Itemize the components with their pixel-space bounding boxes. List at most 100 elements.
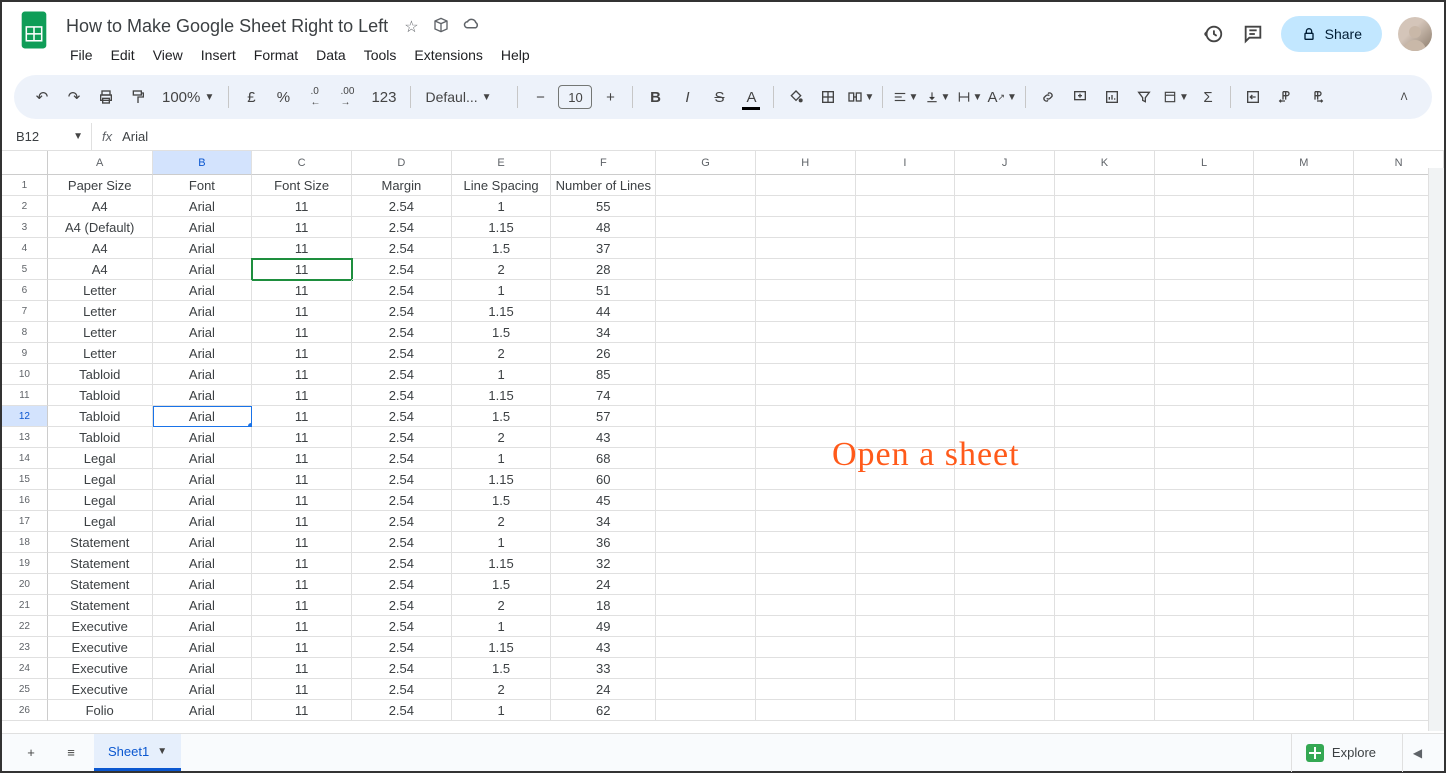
cell-H6[interactable]	[756, 280, 856, 301]
cell-L12[interactable]	[1155, 406, 1255, 427]
cell-L26[interactable]	[1155, 700, 1255, 721]
cell-M4[interactable]	[1254, 238, 1354, 259]
cell-M8[interactable]	[1254, 322, 1354, 343]
cell-M18[interactable]	[1254, 532, 1354, 553]
increase-font-size-button[interactable]: +	[596, 83, 624, 111]
row-header[interactable]: 23	[2, 637, 48, 658]
cell-L9[interactable]	[1155, 343, 1255, 364]
cell-E18[interactable]: 1	[452, 532, 552, 553]
column-header-B[interactable]: B	[153, 151, 253, 175]
column-header-E[interactable]: E	[452, 151, 552, 175]
cell-I9[interactable]	[856, 343, 956, 364]
cell-H2[interactable]	[756, 196, 856, 217]
add-sheet-button[interactable]: +	[14, 739, 48, 767]
cell-A21[interactable]: Statement	[48, 595, 153, 616]
cell-I14[interactable]	[856, 448, 956, 469]
cell-G24[interactable]	[656, 658, 756, 679]
cell-K25[interactable]	[1055, 679, 1155, 700]
cell-L15[interactable]	[1155, 469, 1255, 490]
cell-K2[interactable]	[1055, 196, 1155, 217]
cell-K20[interactable]	[1055, 574, 1155, 595]
text-wrap-icon[interactable]: ▼	[955, 83, 983, 111]
cell-I15[interactable]	[856, 469, 956, 490]
cell-I2[interactable]	[856, 196, 956, 217]
toolbar-collapse-icon[interactable]: ᐱ	[1390, 83, 1418, 111]
cell-L22[interactable]	[1155, 616, 1255, 637]
cell-D8[interactable]: 2.54	[352, 322, 452, 343]
cell-C7[interactable]: 11	[252, 301, 352, 322]
row-header[interactable]: 14	[2, 448, 48, 469]
cell-I11[interactable]	[856, 385, 956, 406]
row-header[interactable]: 6	[2, 280, 48, 301]
cell-A10[interactable]: Tabloid	[48, 364, 153, 385]
cell-E24[interactable]: 1.5	[452, 658, 552, 679]
cell-H19[interactable]	[756, 553, 856, 574]
cell-B9[interactable]: Arial	[153, 343, 253, 364]
cell-L19[interactable]	[1155, 553, 1255, 574]
cell-J16[interactable]	[955, 490, 1055, 511]
cell-C4[interactable]: 11	[252, 238, 352, 259]
cell-M25[interactable]	[1254, 679, 1354, 700]
cell-ltr-icon[interactable]	[1271, 83, 1299, 111]
cell-I22[interactable]	[856, 616, 956, 637]
cell-L4[interactable]	[1155, 238, 1255, 259]
cell-J6[interactable]	[955, 280, 1055, 301]
cell-L2[interactable]	[1155, 196, 1255, 217]
cell-E15[interactable]: 1.15	[452, 469, 552, 490]
cell-G5[interactable]	[656, 259, 756, 280]
zoom-select[interactable]: 100% ▼	[156, 83, 220, 111]
insert-comment-icon[interactable]	[1066, 83, 1094, 111]
cell-A5[interactable]: A4	[48, 259, 153, 280]
increase-decimal-icon[interactable]: .00→	[333, 83, 361, 111]
cell-A14[interactable]: Legal	[48, 448, 153, 469]
row-header[interactable]: 4	[2, 238, 48, 259]
cell-K19[interactable]	[1055, 553, 1155, 574]
cell-A9[interactable]: Letter	[48, 343, 153, 364]
column-header-F[interactable]: F	[551, 151, 656, 175]
cell-E10[interactable]: 1	[452, 364, 552, 385]
cell-B20[interactable]: Arial	[153, 574, 253, 595]
cell-A11[interactable]: Tabloid	[48, 385, 153, 406]
cell-B26[interactable]: Arial	[153, 700, 253, 721]
cell-L23[interactable]	[1155, 637, 1255, 658]
cell-H16[interactable]	[756, 490, 856, 511]
cell-M2[interactable]	[1254, 196, 1354, 217]
cell-K3[interactable]	[1055, 217, 1155, 238]
cell-M7[interactable]	[1254, 301, 1354, 322]
cell-rtl-icon[interactable]	[1303, 83, 1331, 111]
cell-M16[interactable]	[1254, 490, 1354, 511]
cell-I16[interactable]	[856, 490, 956, 511]
cell-H26[interactable]	[756, 700, 856, 721]
cell-F17[interactable]: 34	[551, 511, 656, 532]
row-header[interactable]: 18	[2, 532, 48, 553]
cell-G15[interactable]	[656, 469, 756, 490]
all-sheets-button[interactable]: ≡	[54, 739, 88, 767]
cell-A7[interactable]: Letter	[48, 301, 153, 322]
cell-K23[interactable]	[1055, 637, 1155, 658]
italic-button[interactable]: I	[673, 83, 701, 111]
cell-M1[interactable]	[1254, 175, 1354, 196]
cell-D3[interactable]: 2.54	[352, 217, 452, 238]
history-icon[interactable]	[1201, 22, 1225, 46]
cell-L20[interactable]	[1155, 574, 1255, 595]
cell-H5[interactable]	[756, 259, 856, 280]
cell-H17[interactable]	[756, 511, 856, 532]
cell-D22[interactable]: 2.54	[352, 616, 452, 637]
cell-D26[interactable]: 2.54	[352, 700, 452, 721]
cell-K1[interactable]	[1055, 175, 1155, 196]
cell-B24[interactable]: Arial	[153, 658, 253, 679]
row-header[interactable]: 11	[2, 385, 48, 406]
cell-E13[interactable]: 2	[452, 427, 552, 448]
cell-G17[interactable]	[656, 511, 756, 532]
cell-B7[interactable]: Arial	[153, 301, 253, 322]
cell-E17[interactable]: 2	[452, 511, 552, 532]
cell-M17[interactable]	[1254, 511, 1354, 532]
cell-D16[interactable]: 2.54	[352, 490, 452, 511]
insert-chart-icon[interactable]	[1098, 83, 1126, 111]
cell-H12[interactable]	[756, 406, 856, 427]
cell-B23[interactable]: Arial	[153, 637, 253, 658]
cell-G16[interactable]	[656, 490, 756, 511]
cell-C14[interactable]: 11	[252, 448, 352, 469]
cell-E9[interactable]: 2	[452, 343, 552, 364]
cell-D18[interactable]: 2.54	[352, 532, 452, 553]
